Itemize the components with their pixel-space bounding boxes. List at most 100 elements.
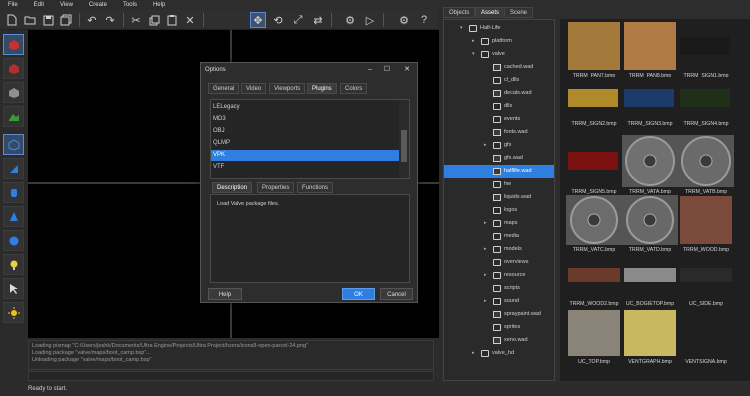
console-input[interactable] [28,371,434,381]
menu-help[interactable]: Help [145,2,173,8]
asset-thumbnail[interactable] [678,251,734,299]
chevron-right-icon[interactable]: ▸ [484,139,487,152]
tree-item[interactable]: dlls [444,100,554,113]
asset-thumbnail[interactable] [678,195,734,245]
tree-item[interactable]: cl_dlls [444,74,554,87]
asset-thumbnail[interactable] [566,77,622,119]
open-folder-icon[interactable] [22,12,38,28]
tree-item[interactable]: media [444,230,554,243]
menu-tools[interactable]: Tools [115,2,145,8]
wedge-brush-icon[interactable] [3,158,24,179]
light-bulb-icon[interactable] [3,254,24,275]
tree-item[interactable]: ▸ sound [444,295,554,308]
tree-item[interactable]: hw [444,178,554,191]
tree-item[interactable]: ▸ platform [444,35,554,48]
asset-thumbnail[interactable] [622,77,678,119]
chevron-right-icon[interactable]: ▸ [472,347,475,360]
tree-item[interactable]: xeno.wad [444,334,554,347]
redo-icon[interactable]: ↷ [102,12,118,28]
tab-viewports[interactable]: Viewports [269,83,306,94]
tree-item[interactable]: gfx.wad [444,152,554,165]
tab-objects[interactable]: Objects [443,7,476,18]
sphere-brush-icon[interactable] [3,230,24,251]
tree-item[interactable]: ▸ resource [444,269,554,282]
asset-thumbnail[interactable] [622,251,678,299]
rotate-tool-icon[interactable]: ⟲ [270,12,286,28]
tree-item[interactable]: scripts [444,282,554,295]
tree-item[interactable]: cached.wad [444,61,554,74]
build-icon[interactable]: ⚙ [342,12,358,28]
save-icon[interactable] [40,12,56,28]
asset-thumbnail[interactable] [622,21,678,71]
save-all-icon[interactable] [58,12,74,28]
box-brush-icon[interactable] [3,134,24,155]
tree-item[interactable]: events [444,113,554,126]
subtab-functions[interactable]: Functions [297,182,334,193]
plugin-item[interactable]: QLMP [211,138,399,149]
minimize-icon[interactable]: – [363,63,377,77]
tree-item[interactable]: ▾ valve [444,48,554,61]
tab-scene[interactable]: Scene [504,7,534,18]
cut-icon[interactable]: ✂ [128,12,144,28]
chevron-right-icon[interactable]: ▸ [484,295,487,308]
scale-tool-icon[interactable]: ⤢ [290,12,306,28]
tree-item[interactable]: overviews [444,256,554,269]
subtab-description[interactable]: Description [212,182,253,193]
chevron-right-icon[interactable]: ▸ [472,35,475,48]
tree-item[interactable]: spraypaint.wad [444,308,554,321]
asset-thumbnail[interactable] [678,135,734,187]
red-cube-icon[interactable] [3,58,24,79]
tree-item[interactable]: fonts.wad [444,126,554,139]
maximize-icon[interactable]: ☐ [380,63,394,77]
tab-general[interactable]: General [208,83,240,94]
menu-view[interactable]: View [52,2,81,8]
chevron-right-icon[interactable]: ▸ [484,217,487,230]
ok-button[interactable]: OK [342,288,375,300]
asset-thumbnail[interactable] [622,135,678,187]
cone-brush-icon[interactable] [3,206,24,227]
tab-video[interactable]: Video [241,83,267,94]
move-tool-icon[interactable]: ✥ [250,12,266,28]
asset-thumbnail[interactable] [566,135,622,187]
tree-item[interactable]: ▸ valve_hd [444,347,554,360]
chevron-right-icon[interactable]: ▸ [484,243,487,256]
tree-item[interactable]: liquids.wad [444,191,554,204]
close-icon[interactable]: ✕ [400,63,414,77]
tree-item[interactable]: ▸ maps [444,217,554,230]
tree-item[interactable]: ▾ Half-Life [444,22,554,35]
plugin-item[interactable]: OBJ [211,126,399,137]
menu-edit[interactable]: Edit [26,2,52,8]
terrain-icon[interactable] [3,106,24,127]
chevron-down-icon[interactable]: ▾ [472,48,475,61]
chevron-down-icon[interactable]: ▾ [460,22,463,35]
cylinder-brush-icon[interactable] [3,182,24,203]
asset-thumbnail[interactable] [678,77,734,119]
play-icon[interactable]: ▷ [362,12,378,28]
tree-item[interactable]: ▸ models [444,243,554,256]
settings-gear-icon[interactable]: ⚙ [396,12,412,28]
plugin-item[interactable]: VTF [211,162,399,173]
delete-icon[interactable]: ✕ [182,12,198,28]
paste-icon[interactable] [164,12,180,28]
asset-thumbnail[interactable] [566,21,622,71]
asset-thumbnail[interactable] [678,21,734,71]
plugin-item[interactable]: MD3 [211,114,399,125]
undo-icon[interactable]: ↶ [84,12,100,28]
cancel-button[interactable]: Cancel [380,288,413,300]
tab-colors[interactable]: Colors [340,83,368,94]
asset-thumbnail[interactable] [678,309,734,357]
plugin-list-scrollbar[interactable] [399,100,409,178]
swap-icon[interactable]: ⇄ [310,12,326,28]
plugin-item[interactable]: LELegacy [211,102,399,113]
tree-item[interactable]: ▸ gfx [444,139,554,152]
menu-create[interactable]: Create [81,2,115,8]
help-icon[interactable]: ? [416,12,432,28]
subtab-properties[interactable]: Properties [257,182,295,193]
menu-file[interactable]: File [0,2,26,8]
new-file-icon[interactable] [4,12,20,28]
copy-icon[interactable] [146,12,162,28]
asset-thumbnail[interactable] [566,195,622,245]
asset-thumbnail[interactable] [566,251,622,299]
plugin-item-selected[interactable]: VPK [211,150,399,161]
tree-item[interactable]: decals.wad [444,87,554,100]
